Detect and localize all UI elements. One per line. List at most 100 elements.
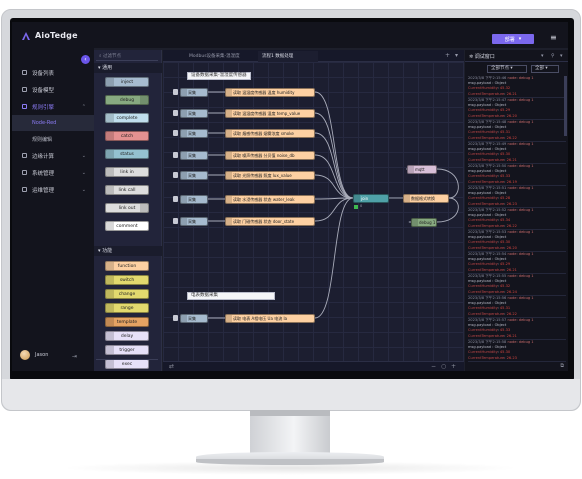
comment-node[interactable]: 电表数据采集 [187,292,275,300]
more-icon[interactable]: ▾ [560,53,563,59]
palette-node-function[interactable]: function [105,261,149,271]
palette-node-status[interactable]: status [105,149,149,159]
inject-node[interactable]: 采集 [180,151,208,160]
debug-message-list[interactable]: 2023/3/8 下午2:15:46 node: debug 1 msg.payl… [468,76,566,366]
info-icon[interactable]: ▾ [541,53,544,59]
debug-filter-select[interactable]: 全部节点 ▾ [487,65,527,73]
node-icon [106,290,114,298]
modbus-read-function-node[interactable]: 读取 光照传感器 照度 lux_value [225,171,315,180]
debug-message[interactable]: 2023/3/8 下午2:15:50 node: debug 1 msg.payl… [468,164,566,186]
debug-sidebar: ✲ 调试窗口 ▾ ⚲ ▾ 全部节点 ▾ 全部 ▾ 2023/3/8 下午2:15… [465,50,568,371]
sidebar-item-rules[interactable]: 规则引擎 ⌃ [12,98,94,115]
inject-trigger-button[interactable] [173,152,178,158]
sidebar-subitem-node-red[interactable]: Node-Red [12,115,94,131]
palette-search-input[interactable]: ⌕ 过滤节点 [96,52,158,61]
tab-list-icon[interactable]: ▾ [455,52,458,59]
sidebar-item-edge[interactable]: 边缘计算 ⌄ [12,147,94,164]
debug-message[interactable]: 2023/3/8 下午2:15:47 node: debug 1 msg.payl… [468,98,566,120]
debug-timestamp: 2023/3/8 下午2:15:48 [468,120,507,124]
sidebar-item-system[interactable]: 系统管理 ⌄ [12,164,94,181]
zoom-in-icon[interactable]: + [451,363,456,370]
palette-node-link-out[interactable]: link out [105,203,149,213]
palette-node-switch[interactable]: switch [105,275,149,285]
device-icon [22,70,27,75]
transform-function-node[interactable]: 数据格式转换 [403,194,449,203]
zoom-reset-icon[interactable]: ○ [441,363,446,370]
tab-flow1[interactable]: 流程1 数据处理 [258,51,318,62]
palette-section-common[interactable]: ▾ 通用 [94,63,162,73]
modbus-read-function-node[interactable]: 读取 门磁传感器 状态 door_state [225,217,315,226]
node-search-icon[interactable]: ⇄ [169,363,174,370]
inject-trigger-button[interactable] [173,315,178,321]
inject-trigger-button[interactable] [173,110,178,116]
debug-scrollbar[interactable] [564,76,567,136]
debug-message[interactable]: 2023/3/8 下午2:15:57 node: debug 1 msg.payl… [468,318,566,340]
palette-node-catch[interactable]: catch [105,131,149,141]
palette-node-comment[interactable]: comment [105,221,149,231]
sidebar-item-devices[interactable]: 设备列表 [12,64,94,81]
inject-icon [181,130,187,137]
inject-node[interactable]: 采集 [180,109,208,118]
comment-node[interactable]: 设备数据采集-温湿度传感器 [187,72,251,80]
palette-section-function[interactable]: ▾ 功能 [94,246,162,256]
palette-node-link-in[interactable]: link in [105,167,149,177]
debug-message[interactable]: 2023/3/8 下午2:15:55 node: debug 1 msg.payl… [468,274,566,296]
inject-node[interactable]: 采集 [180,88,208,97]
sidebar-item-models[interactable]: 设备模型 [12,81,94,98]
modbus-read-function-node[interactable]: 读取 噪声传感器 分贝值 noise_db [225,151,315,160]
modbus-read-function-node[interactable]: 读取 电表 A相电压 Ua 电流 Ia [225,314,315,323]
palette-node-template[interactable]: template [105,317,149,327]
inject-node[interactable]: 采集 [180,171,208,180]
debug-message[interactable]: 2023/3/8 下午2:15:46 node: debug 1 msg.payl… [468,76,566,98]
function-icon [226,218,232,225]
inject-trigger-button[interactable] [173,130,178,136]
debug-message[interactable]: 2023/3/8 下午2:15:53 node: debug 1 msg.payl… [468,230,566,252]
palette-node-change[interactable]: change [105,289,149,299]
zoom-out-icon[interactable]: − [431,363,436,370]
debug-node[interactable]: debug 1 [411,218,437,227]
mqtt-out-node[interactable]: mqtt [407,165,437,174]
palette-node-complete[interactable]: complete [105,113,149,123]
inject-trigger-button[interactable] [173,196,178,202]
palette-node-trigger[interactable]: trigger [105,345,149,355]
inject-node[interactable]: 采集 [180,217,208,226]
join-node[interactable]: join [353,194,389,203]
user-profile[interactable]: Jason [20,350,48,360]
debug-message[interactable]: 2023/3/8 下午2:15:52 node: debug 1 msg.payl… [468,208,566,230]
sidebar-subitem-rule-edit[interactable]: 规则编辑 [12,131,94,147]
debug-message[interactable]: 2023/3/8 下午2:15:58 node: debug 1 msg.payl… [468,340,566,362]
palette-node-range[interactable]: range [105,303,149,313]
pin-icon[interactable]: ⚲ [551,53,555,59]
add-tab-icon[interactable]: + [445,52,450,59]
modbus-read-function-node[interactable]: 读取 烟感传感器 烟雾浓度 smoke [225,129,315,138]
debug-title[interactable]: ✲ 调试窗口 [469,53,495,60]
logout-icon[interactable]: ⇥ [72,353,77,360]
inject-trigger-button[interactable] [173,89,178,95]
debug-message[interactable]: 2023/3/8 下午2:15:51 node: debug 1 msg.payl… [468,186,566,208]
inject-trigger-button[interactable] [173,172,178,178]
palette-node-link-call[interactable]: link call [105,185,149,195]
palette-node-delay[interactable]: delay [105,331,149,341]
debug-message[interactable]: 2023/3/8 下午2:15:54 node: debug 1 msg.payl… [468,252,566,274]
debug-message[interactable]: 2023/3/8 下午2:15:49 node: debug 1 msg.payl… [468,142,566,164]
inject-node[interactable]: 采集 [180,314,208,323]
deploy-button[interactable]: 部署 ▾ [492,34,534,44]
inject-trigger-button[interactable] [173,218,178,224]
debug-key: CurrentTemperature [468,91,505,96]
modbus-read-function-node[interactable]: 读取 温湿度传感器 湿度 temp_value [225,109,315,118]
palette-node-inject[interactable]: inject [105,77,149,87]
hamburger-icon[interactable]: ≡ [550,34,557,42]
flow-canvas[interactable]: 设备数据采集-温湿度传感器 电表数据采集 采集 读取 温湿度传感器 温度 humi… [163,62,464,361]
sidebar-item-ops[interactable]: 运维管理 ⌄ [12,181,94,198]
palette-node-debug[interactable]: debug [105,95,149,105]
debug-clear-select[interactable]: 全部 ▾ [531,65,559,73]
sidebar-collapse-button[interactable]: ‹ [81,55,90,64]
debug-message[interactable]: 2023/3/8 下午2:15:56 node: debug 1 msg.payl… [468,296,566,318]
inject-node[interactable]: 采集 [180,129,208,138]
modbus-read-function-node[interactable]: 读取 水浸传感器 状态 water_leak [225,195,315,204]
inject-node[interactable]: 采集 [180,195,208,204]
modbus-read-function-node[interactable]: 读取 温湿度传感器 温度 humidity [225,88,315,97]
popout-icon[interactable]: ⧉ [560,363,564,369]
tab-modbus[interactable]: Modbus设备采集-温湿度 [185,51,257,62]
debug-message[interactable]: 2023/3/8 下午2:15:48 node: debug 1 msg.payl… [468,120,566,142]
